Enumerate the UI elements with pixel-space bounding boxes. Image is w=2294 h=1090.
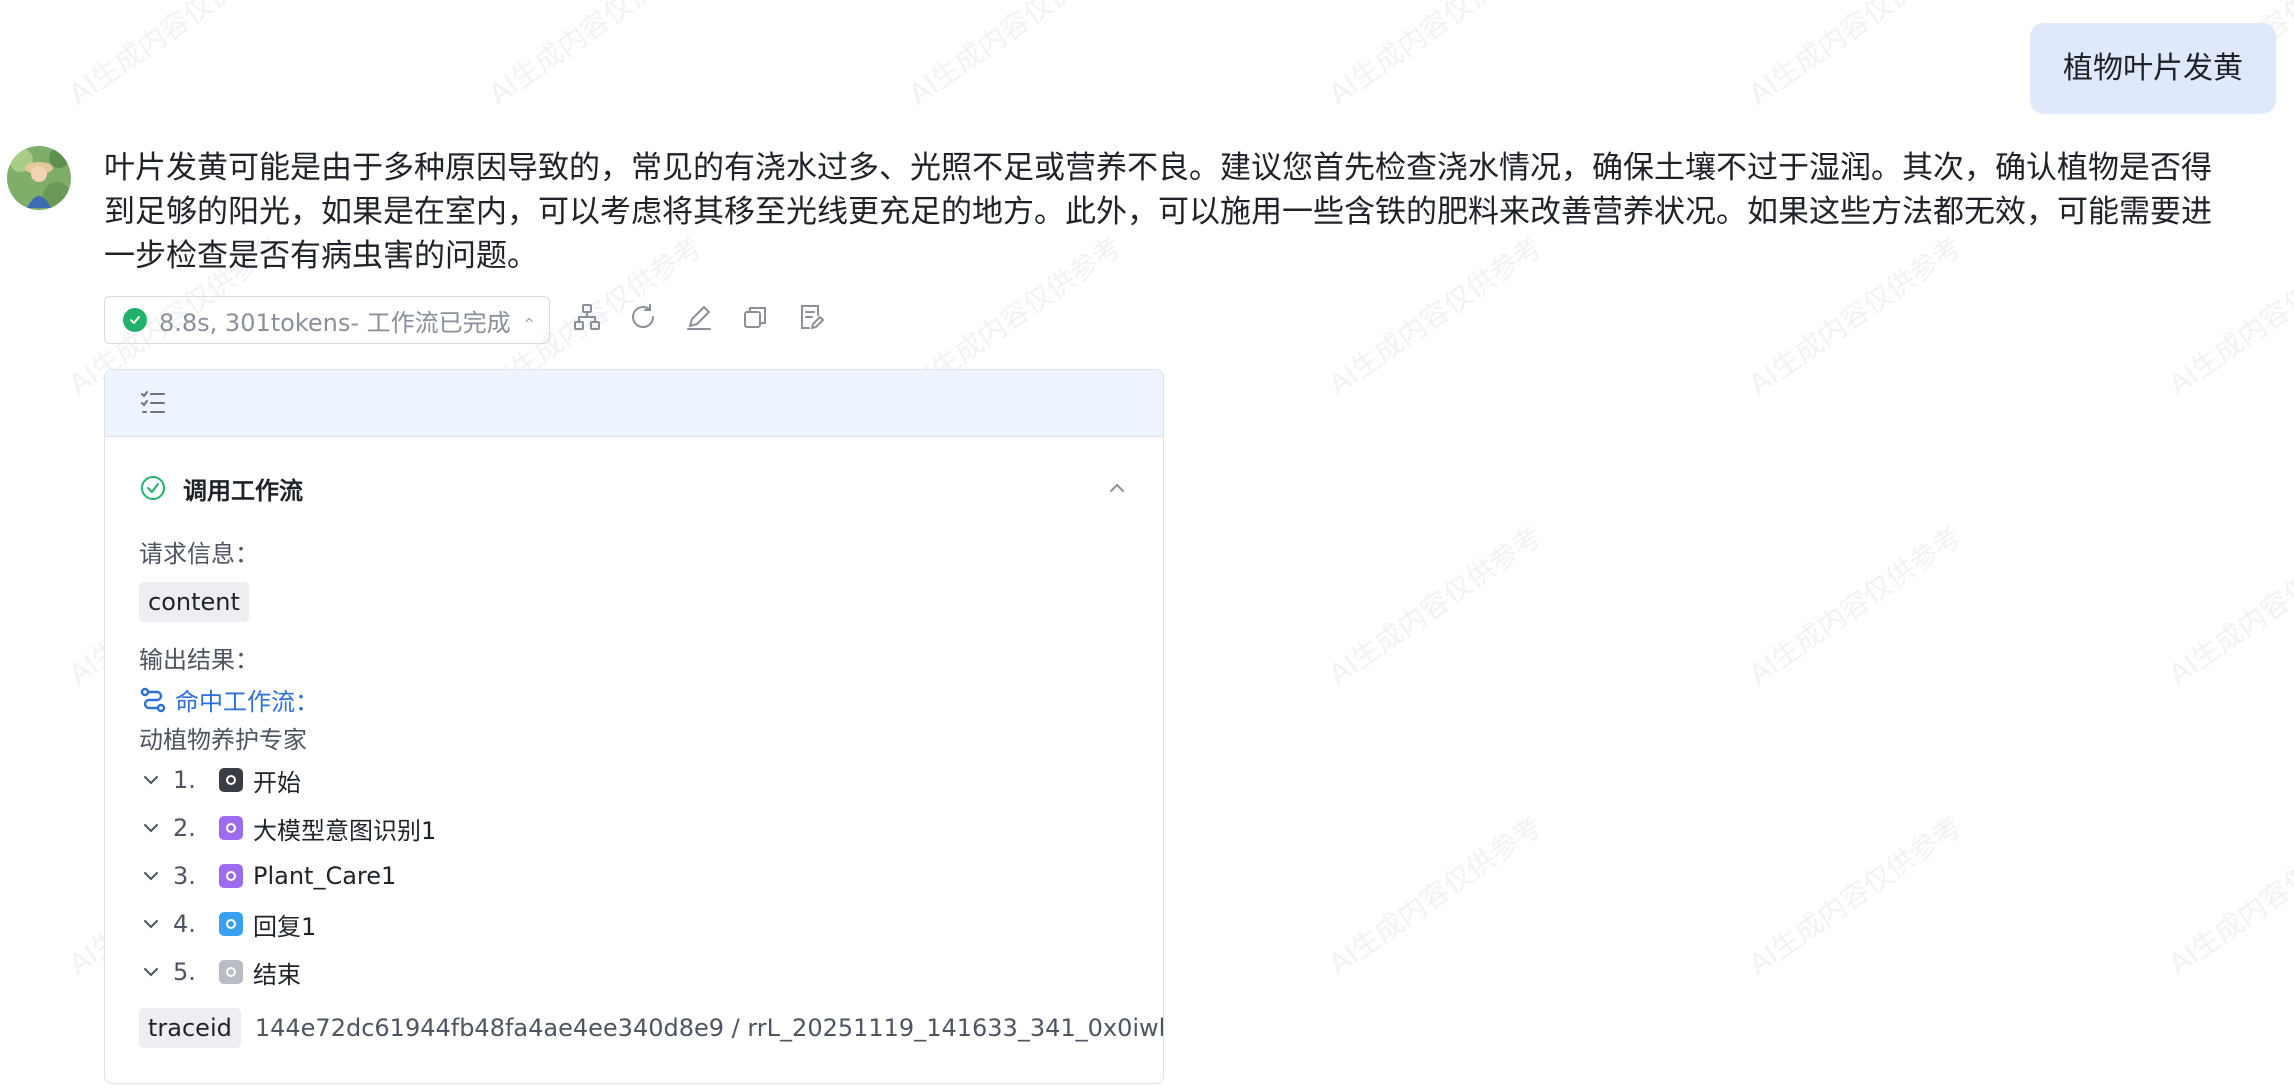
workflow-route-icon (140, 687, 166, 712)
chevron-up-icon (525, 317, 533, 323)
workflow-step[interactable]: 1. 开始 (139, 756, 436, 804)
step-label: 回复1 (253, 912, 317, 941)
workflow-step[interactable]: 2. 大模型意图识别1 (139, 804, 436, 852)
watermark-text: AI生成内容仅供参考 (2162, 519, 2294, 692)
chevron-down-icon (144, 920, 158, 929)
output-label: 输出结果： (139, 646, 259, 674)
llm-intent-icon (219, 816, 243, 840)
note-icon[interactable] (794, 300, 828, 334)
check-circle-outline-icon (141, 476, 165, 500)
reply-node-icon (219, 912, 243, 936)
hit-workflow-name: 动植物养护专家 (139, 726, 307, 754)
assistant-avatar (7, 146, 71, 210)
workflow-steps: 1. 开始 2. 大模型意图识别1 3. Plant_Care1 4. 回复1 5. 结束 (139, 756, 436, 996)
watermark-text: AI生成内容仅供参考 (62, 0, 288, 112)
watermark-text: AI生成内容仅供参考 (1322, 519, 1548, 692)
workflow-section-header[interactable]: 调用工作流 (139, 468, 1129, 508)
end-node-icon (219, 960, 243, 984)
hit-workflow-link[interactable]: 命中工作流： (139, 682, 319, 717)
watermark-text: AI生成内容仅供参考 (1742, 0, 1968, 112)
workflow-status-toggle[interactable]: 8.8s, 301tokens- 工作流已完成 (104, 296, 550, 344)
status-text: 8.8s, 301tokens- 工作流已完成 (159, 308, 511, 337)
trace-row: traceid 144e72dc61944fb48fa4ae4ee340d8e9… (139, 1008, 1163, 1048)
traceid-value[interactable]: 144e72dc61944fb48fa4ae4ee340d8e9 / rrL_2… (255, 1014, 1163, 1042)
workflow-step[interactable]: 3. Plant_Care1 (139, 852, 436, 900)
checklist-icon (141, 391, 165, 413)
watermark-text: AI生成内容仅供参考 (2162, 809, 2294, 982)
step-label: Plant_Care1 (253, 862, 397, 890)
assistant-answer-text: 叶片发黄可能是由于多种原因导致的，常见的有浇水过多、光照不足或营养不良。建议您首… (104, 150, 2212, 274)
watermark-text: AI生成内容仅供参考 (1742, 809, 1968, 982)
step-number: 4. (173, 910, 196, 938)
request-tag: content (139, 582, 249, 622)
watermark-text: AI生成内容仅供参考 (1322, 0, 1548, 112)
step-label: 开始 (253, 768, 301, 797)
step-label: 结束 (253, 960, 301, 989)
step-number: 2. (173, 814, 196, 842)
watermark-text: AI生成内容仅供参考 (902, 0, 1128, 112)
watermark-text: AI生成内容仅供参考 (482, 0, 708, 112)
workflow-step[interactable]: 4. 回复1 (139, 900, 436, 948)
step-number: 5. (173, 958, 196, 986)
step-number: 3. (173, 862, 196, 890)
workflow-step[interactable]: 5. 结束 (139, 948, 436, 996)
regenerate-icon[interactable] (626, 300, 660, 334)
panel-header (105, 370, 1163, 437)
step-label: 大模型意图识别1 (253, 816, 437, 845)
chevron-down-icon (144, 872, 158, 881)
chevron-down-icon (144, 776, 158, 785)
watermark-text: AI生成内容仅供参考 (1322, 809, 1548, 982)
user-message-bubble: 植物叶片发黄 (2030, 23, 2276, 114)
copy-icon[interactable] (738, 300, 772, 334)
workflow-tree-icon[interactable] (570, 300, 604, 334)
chevron-down-icon (144, 968, 158, 977)
edit-icon[interactable] (682, 300, 716, 334)
step-number: 1. (173, 766, 196, 794)
workflow-section-title: 调用工作流 (183, 476, 303, 505)
workflow-panel: 调用工作流 请求信息： content 输出结果： 命中工作流： 动植物养护专家… (104, 369, 1164, 1084)
hit-workflow-label: 命中工作流： (175, 688, 319, 716)
plugin-node-icon (219, 864, 243, 888)
start-node-icon (219, 768, 243, 792)
check-circle-icon (123, 308, 147, 332)
watermark-text: AI生成内容仅供参考 (1742, 519, 1968, 692)
chevron-up-icon[interactable] (1105, 476, 1129, 500)
message-action-bar (570, 300, 828, 334)
chevron-down-icon (144, 824, 158, 833)
request-label: 请求信息： (139, 540, 259, 568)
traceid-tag: traceid (139, 1008, 241, 1048)
